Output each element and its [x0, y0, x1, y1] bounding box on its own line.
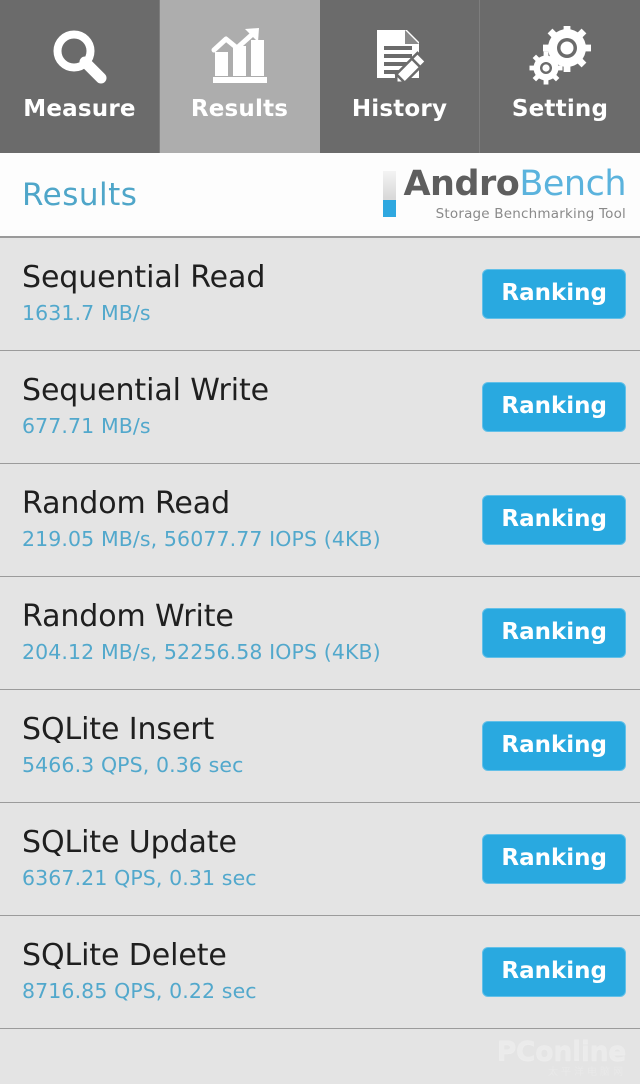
document-pencil-icon: [363, 20, 437, 94]
result-title: Random Write: [22, 599, 234, 635]
logo-bar-icon: [383, 171, 397, 217]
result-value: 677.71 MB/s: [22, 413, 151, 438]
result-text: SQLite Delete 8716.85 QPS, 0.22 sec: [22, 939, 257, 1004]
result-title: SQLite Insert: [22, 712, 215, 748]
result-title: SQLite Update: [22, 825, 237, 861]
result-value: 6367.21 QPS, 0.31 sec: [22, 865, 257, 890]
page-header: Results AndroBench Storage Benchmarking …: [0, 153, 640, 238]
tab-results[interactable]: Results: [160, 0, 320, 153]
table-row: Sequential Write 677.71 MB/s Ranking: [0, 351, 640, 464]
tab-history[interactable]: History: [320, 0, 480, 153]
table-row: SQLite Update 6367.21 QPS, 0.31 sec Rank…: [0, 803, 640, 916]
logo-wordmark: AndroBench: [403, 167, 626, 202]
watermark-sub: 太平洋电脑网: [548, 1067, 626, 1078]
ranking-button[interactable]: Ranking: [482, 269, 626, 319]
logo-tagline: Storage Benchmarking Tool: [435, 206, 626, 222]
magnifier-icon: [43, 20, 117, 94]
table-row: Sequential Read 1631.7 MB/s Ranking: [0, 238, 640, 351]
tab-history-label: History: [351, 96, 448, 122]
tab-setting-label: Setting: [511, 96, 609, 122]
ranking-button[interactable]: Ranking: [482, 834, 626, 884]
result-value: 5466.3 QPS, 0.36 sec: [22, 752, 244, 777]
ranking-button[interactable]: Ranking: [482, 721, 626, 771]
result-value: 204.12 MB/s, 52256.58 IOPS (4KB): [22, 639, 381, 664]
tab-setting[interactable]: Setting: [480, 0, 640, 153]
tab-measure-label: Measure: [23, 96, 136, 122]
table-row: Random Read 219.05 MB/s, 56077.77 IOPS (…: [0, 464, 640, 577]
table-row: Random Write 204.12 MB/s, 52256.58 IOPS …: [0, 577, 640, 690]
result-text: Random Read 219.05 MB/s, 56077.77 IOPS (…: [22, 487, 381, 552]
result-value: 8716.85 QPS, 0.22 sec: [22, 978, 257, 1003]
ranking-button[interactable]: Ranking: [482, 495, 626, 545]
result-title: Sequential Read: [22, 260, 266, 296]
logo-secondary: Bench: [519, 164, 626, 204]
results-list: Sequential Read 1631.7 MB/s Ranking Sequ…: [0, 238, 640, 1084]
ranking-button[interactable]: Ranking: [482, 382, 626, 432]
tab-results-label: Results: [190, 96, 289, 122]
result-title: SQLite Delete: [22, 938, 227, 974]
tab-bar: Measure Results History Setting: [0, 0, 640, 153]
result-text: Sequential Read 1631.7 MB/s: [22, 261, 265, 326]
watermark-main: PConline: [496, 1036, 627, 1067]
result-text: Sequential Write 677.71 MB/s: [22, 374, 269, 439]
ranking-button[interactable]: Ranking: [482, 608, 626, 658]
result-value: 1631.7 MB/s: [22, 300, 151, 325]
androbench-logo: AndroBench Storage Benchmarking Tool: [383, 167, 626, 222]
tab-measure[interactable]: Measure: [0, 0, 160, 153]
result-value: 219.05 MB/s, 56077.77 IOPS (4KB): [22, 526, 381, 551]
list-footer-space: PConline 太平洋电脑网: [0, 1029, 640, 1084]
logo-text: AndroBench Storage Benchmarking Tool: [403, 167, 626, 223]
logo-primary: Andro: [403, 164, 520, 204]
gears-icon: [523, 20, 597, 94]
table-row: SQLite Delete 8716.85 QPS, 0.22 sec Rank…: [0, 916, 640, 1029]
page-title: Results: [22, 176, 138, 213]
bar-chart-arrow-icon: [203, 20, 277, 94]
result-title: Random Read: [22, 486, 231, 522]
watermark: PConline 太平洋电脑网: [496, 1036, 627, 1078]
androbench-app: Measure Results History Setting Results …: [0, 0, 640, 1084]
table-row: SQLite Insert 5466.3 QPS, 0.36 sec Ranki…: [0, 690, 640, 803]
result-text: Random Write 204.12 MB/s, 52256.58 IOPS …: [22, 600, 381, 665]
result-text: SQLite Update 6367.21 QPS, 0.31 sec: [22, 826, 257, 891]
result-text: SQLite Insert 5466.3 QPS, 0.36 sec: [22, 713, 244, 778]
ranking-button[interactable]: Ranking: [482, 947, 626, 997]
result-title: Sequential Write: [22, 373, 269, 409]
